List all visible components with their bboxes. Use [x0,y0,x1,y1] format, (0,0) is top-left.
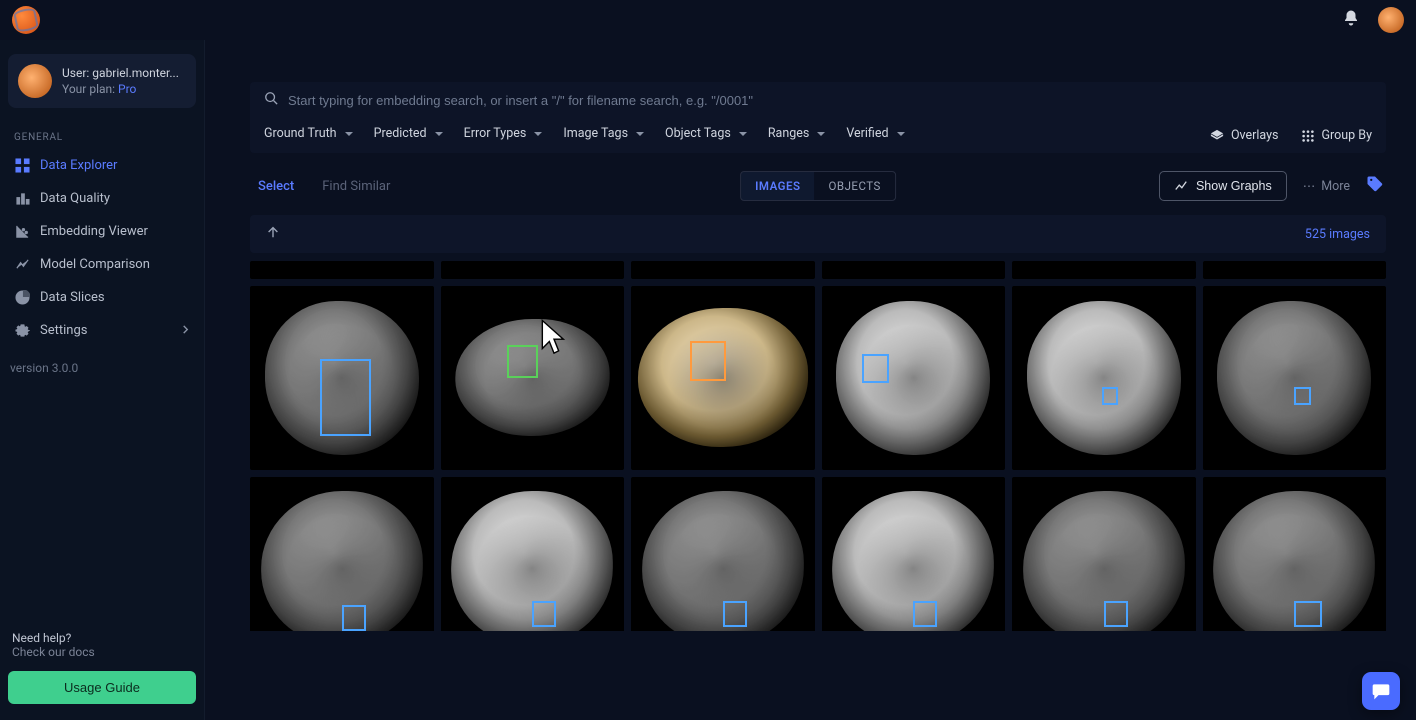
filter-ranges[interactable]: Ranges [768,126,827,141]
sidebar: User: gabriel.monter... Your plan: Pro G… [0,40,205,720]
thumb-strip[interactable] [822,261,1006,279]
more-button[interactable]: ⋯ More [1303,178,1350,194]
thumb[interactable] [250,477,434,632]
thumb[interactable] [1203,286,1387,470]
overlays-button[interactable]: Overlays [1210,128,1279,143]
search-icon [264,91,278,109]
thumb[interactable] [1012,286,1196,470]
topbar [0,0,1416,40]
select-button[interactable]: Select [258,179,294,194]
group-by-button[interactable]: Group By [1301,128,1372,143]
thumb[interactable] [441,477,625,632]
app-logo[interactable] [12,6,40,34]
sidebar-section-label: GENERAL [0,122,204,149]
thumb[interactable] [441,286,625,470]
filter-ground-truth[interactable]: Ground Truth [264,126,354,141]
usage-guide-button[interactable]: Usage Guide [8,671,196,704]
compare-icon [14,257,30,272]
sidebar-item-model-comparison[interactable]: Model Comparison [0,248,204,281]
count-bar: 525 images [250,215,1386,253]
version-label: version 3.0.0 [0,347,204,375]
chevron-down-icon [896,129,906,139]
sidebar-item-label: Data Explorer [40,158,117,173]
sidebar-item-label: Data Slices [40,290,105,305]
thumb[interactable] [631,286,815,470]
filter-predicted[interactable]: Predicted [374,126,444,141]
trend-icon [1174,179,1188,193]
thumb-strip[interactable] [441,261,625,279]
chevron-right-icon [181,323,190,338]
thumb[interactable] [822,477,1006,632]
filter-bar: Ground Truth Predicted Error Types Image… [250,118,1386,153]
avatar [18,64,52,98]
filter-image-tags[interactable]: Image Tags [563,126,645,141]
tab-images[interactable]: IMAGES [741,172,814,200]
chevron-down-icon [738,129,748,139]
sidebar-item-label: Data Quality [40,191,110,206]
user-card[interactable]: User: gabriel.monter... Your plan: Pro [8,54,196,108]
chevron-down-icon [344,129,354,139]
thumb[interactable] [631,477,815,632]
sidebar-item-label: Model Comparison [40,257,150,272]
user-name: gabriel.monter... [92,66,179,80]
chat-widget[interactable] [1362,672,1400,710]
thumb-strip[interactable] [1203,261,1387,279]
user-label: User: [62,66,89,80]
thumb-strip[interactable] [631,261,815,279]
chevron-down-icon [533,129,543,139]
show-graphs-button[interactable]: Show Graphs [1159,171,1287,201]
sidebar-item-data-slices[interactable]: Data Slices [0,281,204,314]
help-title: Need help? [8,631,196,645]
thumb-strip[interactable] [250,261,434,279]
layers-icon [1210,129,1224,143]
grid-dots-icon [1301,129,1315,143]
arrow-up-icon[interactable] [266,225,280,243]
plan-label: Your plan: [62,82,115,96]
bars-icon [14,191,30,206]
grid-icon [14,158,30,173]
plan-value: Pro [118,82,136,96]
search-input[interactable] [288,93,1372,108]
gallery [250,261,1386,631]
thumb-strip[interactable] [1012,261,1196,279]
sidebar-item-data-explorer[interactable]: Data Explorer [0,149,204,182]
controls-row: Select Find Similar IMAGES OBJECTS Show … [250,153,1386,215]
thumb[interactable] [822,286,1006,470]
notifications-icon[interactable] [1342,9,1360,31]
filter-verified[interactable]: Verified [846,126,905,141]
sidebar-item-settings[interactable]: Settings [0,314,204,347]
search-bar[interactable] [250,82,1386,118]
main-content: Ground Truth Predicted Error Types Image… [205,40,1416,720]
pie-icon [14,290,30,305]
thumb[interactable] [250,286,434,470]
sidebar-item-label: Embedding Viewer [40,224,148,239]
thumb[interactable] [1203,477,1387,632]
scatter-icon [14,224,30,239]
image-count: 525 images [1305,227,1370,242]
sidebar-item-data-quality[interactable]: Data Quality [0,182,204,215]
sidebar-item-label: Settings [40,323,87,338]
chevron-down-icon [816,129,826,139]
dots-icon: ⋯ [1303,178,1316,194]
tab-objects[interactable]: OBJECTS [815,172,895,200]
avatar[interactable] [1378,7,1404,33]
filter-error-types[interactable]: Error Types [464,126,544,141]
help-subtitle[interactable]: Check our docs [8,645,196,671]
thumb[interactable] [1012,477,1196,632]
filter-object-tags[interactable]: Object Tags [665,126,748,141]
chevron-down-icon [434,129,444,139]
chevron-down-icon [635,129,645,139]
images-objects-toggle: IMAGES OBJECTS [740,171,896,201]
find-similar-button[interactable]: Find Similar [322,179,390,194]
sidebar-item-embedding-viewer[interactable]: Embedding Viewer [0,215,204,248]
tag-icon[interactable] [1366,175,1384,197]
gear-icon [14,323,30,338]
